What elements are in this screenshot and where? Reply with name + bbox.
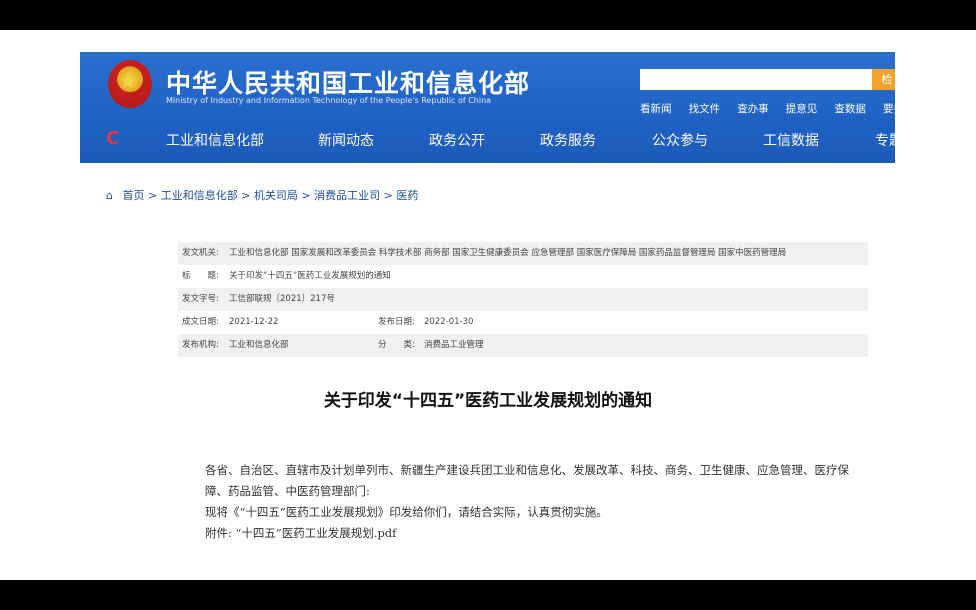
meta-label: 发布机构: — [182, 340, 219, 350]
meta-value: 工业和信息化部 国家发展和改革委员会 科学技术部 商务部 国家卫生健康委员会 应… — [229, 248, 787, 258]
breadcrumb-home[interactable]: 首页 — [122, 189, 144, 202]
meta-row-dates: 成文日期: 2021-12-22 发布日期: 2022-01-30 — [178, 311, 868, 334]
nav-item-data[interactable]: 工信数据 — [763, 130, 819, 150]
meta-value: 2022-01-30 — [424, 317, 474, 327]
home-logo-icon[interactable]: C — [106, 128, 119, 149]
nav-item-services[interactable]: 政务服务 — [540, 130, 596, 150]
nav-item-ministry[interactable]: 工业和信息化部 — [166, 130, 264, 150]
breadcrumb-bureaus[interactable]: 机关司局 — [254, 189, 298, 202]
browser-viewport: ★ 中华人民共和国工业和信息化部 Ministry of Industry an… — [0, 30, 976, 580]
search-button[interactable]: 检 — [872, 69, 895, 90]
quick-link-complaint[interactable]: 要投诉 — [883, 103, 895, 115]
meta-row-number: 发文字号: 工信部联规〔2021〕217号 — [178, 288, 868, 311]
nav-item-news[interactable]: 新闻动态 — [318, 130, 374, 150]
site-title[interactable]: 中华人民共和国工业和信息化部 — [166, 64, 530, 100]
quick-link-services[interactable]: 查办事 — [737, 103, 769, 115]
breadcrumb-separator: > — [241, 189, 251, 202]
quick-link-news[interactable]: 看新闻 — [640, 103, 672, 115]
site-title-en: Ministry of Industry and Information Tec… — [166, 96, 492, 105]
search-input[interactable] — [640, 69, 876, 90]
main-nav: C 工业和信息化部 新闻动态 政务公开 政务服务 公众参与 工信数据 专题 — [80, 122, 895, 156]
attachment-line: 附件: “十四五”医药工业发展规划.pdf — [205, 523, 870, 544]
meta-value: 工信部联规〔2021〕217号 — [229, 294, 335, 304]
meta-label: 分 类: — [378, 340, 415, 350]
breadcrumb-pharma[interactable]: 医药 — [396, 189, 418, 202]
breadcrumb: ⌂ 首页 > 工业和信息化部 > 机关司局 > 消费品工业司 > 医药 — [106, 187, 418, 203]
meta-label: 成文日期: — [182, 317, 219, 327]
meta-value: 工业和信息化部 — [229, 340, 289, 350]
document-metadata: 发文机关: 工业和信息化部 国家发展和改革委员会 科学技术部 商务部 国家卫生健… — [178, 242, 868, 357]
meta-label: 发文字号: — [182, 294, 219, 304]
home-icon: ⌂ — [106, 189, 113, 202]
nav-item-gov-info[interactable]: 政务公开 — [429, 130, 485, 150]
attachment-link[interactable]: “十四五”医药工业发展规划.pdf — [236, 526, 397, 540]
document-title: 关于印发“十四五”医药工业发展规划的通知 — [323, 391, 653, 411]
meta-row-agency: 发布机构: 工业和信息化部 分 类: 消费品工业管理 — [178, 334, 868, 357]
national-emblem-icon: ★ — [108, 60, 152, 108]
quick-links: 看新闻 找文件 查办事 提意见 查数据 要投诉 — [640, 97, 895, 116]
meta-label: 标 题: — [182, 271, 219, 281]
breadcrumb-separator: > — [301, 189, 311, 202]
quick-link-suggest[interactable]: 提意见 — [786, 103, 818, 115]
breadcrumb-separator: > — [147, 189, 158, 202]
body-paragraph: 各省、自治区、直辖市及计划单列市、新疆生产建设兵团工业和信息化、发展改革、科技、… — [205, 463, 849, 498]
attachment-label: 附件: — [205, 526, 232, 540]
breadcrumb-ministry[interactable]: 工业和信息化部 — [161, 189, 238, 202]
body-paragraph: 现将《“十四五”医药工业发展规划》印发给你们，请结合实际，认真贯彻实施。 — [205, 505, 608, 519]
meta-label: 发布日期: — [378, 317, 415, 327]
site-header: ★ 中华人民共和国工业和信息化部 Ministry of Industry an… — [80, 52, 895, 163]
breadcrumb-consumer-goods[interactable]: 消费品工业司 — [314, 189, 380, 202]
nav-item-participation[interactable]: 公众参与 — [652, 130, 708, 150]
nav-item-topics[interactable]: 专题 — [875, 130, 895, 150]
meta-value: 2021-12-22 — [229, 317, 279, 327]
quick-link-data[interactable]: 查数据 — [834, 103, 866, 115]
breadcrumb-separator: > — [383, 189, 393, 202]
meta-row-title: 标 题: 关于印发“十四五”医药工业发展规划的通知 — [178, 265, 868, 288]
quick-link-files[interactable]: 找文件 — [689, 103, 721, 115]
meta-value: 关于印发“十四五”医药工业发展规划的通知 — [229, 271, 391, 281]
meta-value: 消费品工业管理 — [424, 340, 484, 350]
meta-row-issuer: 发文机关: 工业和信息化部 国家发展和改革委员会 科学技术部 商务部 国家卫生健… — [178, 242, 868, 265]
meta-label: 发文机关: — [182, 248, 219, 258]
document-body: 各省、自治区、直辖市及计划单列市、新疆生产建设兵团工业和信息化、发展改革、科技、… — [205, 460, 870, 544]
